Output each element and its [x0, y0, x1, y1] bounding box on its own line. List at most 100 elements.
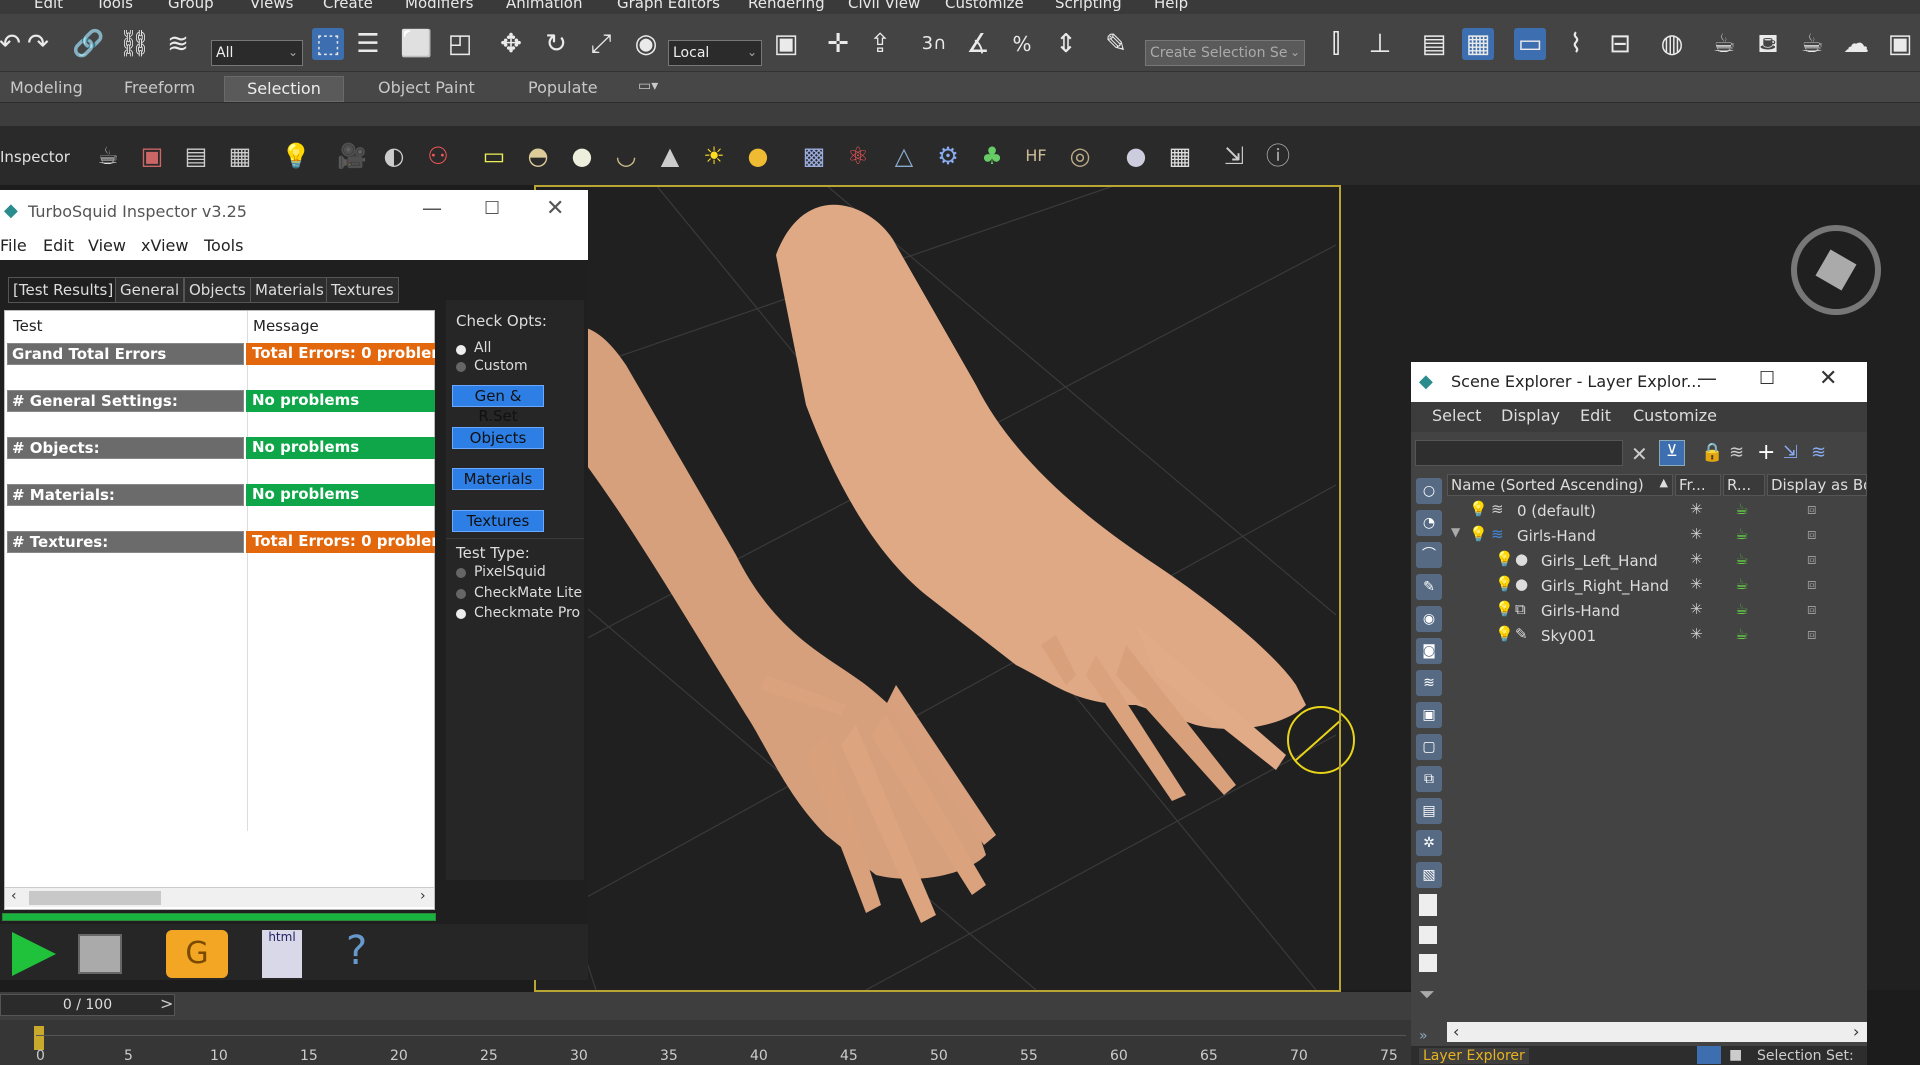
- sphere-half-icon[interactable]: ◐: [378, 140, 410, 172]
- close-icon[interactable]: ✕: [1819, 366, 1837, 391]
- minimize-icon[interactable]: —: [422, 196, 442, 220]
- schematic-view-icon[interactable]: ⊟: [1604, 28, 1636, 60]
- menu-group[interactable]: Group: [168, 0, 214, 12]
- plant-icon[interactable]: ♣: [976, 140, 1008, 172]
- window-crossing-icon[interactable]: ◰: [444, 28, 476, 60]
- render-teapot-icon[interactable]: ☕: [1735, 500, 1748, 518]
- grid-list-icon[interactable]: ▦: [224, 140, 256, 172]
- render-cloud-icon[interactable]: ▣: [1884, 28, 1916, 60]
- display-hidden-icon[interactable]: ▧: [1416, 862, 1442, 888]
- ribbon-options-icon[interactable]: ▭▾: [630, 76, 666, 102]
- select-layer-icon[interactable]: ≋: [1811, 442, 1826, 463]
- help-icon[interactable]: ?: [346, 928, 367, 974]
- render-teapot-icon[interactable]: ☕: [1735, 525, 1748, 543]
- bulb-icon[interactable]: 💡: [1495, 625, 1514, 643]
- display-groups-icon[interactable]: ▣: [1416, 702, 1442, 728]
- scene-horizontal-scrollbar[interactable]: ‹ ›: [1447, 1022, 1867, 1042]
- track-bar[interactable]: 0 5 10 15 20 25 30 35 40 45 50 55 60 65 …: [0, 1020, 1411, 1065]
- render-teapot-icon[interactable]: ☕: [1735, 575, 1748, 593]
- scene-menu-select[interactable]: Select: [1432, 406, 1481, 425]
- display-helpers-icon[interactable]: ◙: [1416, 638, 1442, 664]
- menu-views[interactable]: Views: [250, 0, 293, 12]
- toggle-ribbon-icon[interactable]: ▦: [1462, 28, 1494, 60]
- render-icon[interactable]: ☕: [1796, 28, 1828, 60]
- bulb-icon[interactable]: 💡: [1469, 525, 1488, 543]
- horizontal-scrollbar[interactable]: ‹ ›: [5, 887, 434, 907]
- box-display-icon[interactable]: ⧈: [1807, 625, 1817, 643]
- display-lights-icon[interactable]: ✎: [1416, 574, 1442, 600]
- tab-textures[interactable]: Textures: [326, 277, 399, 303]
- render-iterative-icon[interactable]: ☁: [1840, 28, 1872, 60]
- people-icon[interactable]: ⚇: [422, 140, 454, 172]
- display-frozen-icon[interactable]: ✲: [1416, 830, 1442, 856]
- list-item[interactable]: 💡 ✎ Sky001 ✳ ☕ ⧈: [1447, 624, 1867, 648]
- close-icon[interactable]: ✕: [546, 196, 564, 221]
- html-icon[interactable]: html: [262, 930, 302, 978]
- display-all-icon[interactable]: [1419, 894, 1437, 916]
- hierarchy-mode-icon[interactable]: ■: [1729, 1047, 1742, 1063]
- table-row[interactable]: Grand Total Errors Total Errors: 0 probl…: [7, 343, 435, 365]
- dome-icon[interactable]: ◓: [522, 140, 554, 172]
- render-teapot-icon[interactable]: ☕: [1735, 625, 1748, 643]
- mirror-icon[interactable]: ⫿: [1320, 28, 1352, 60]
- save-icon[interactable]: [78, 934, 122, 974]
- grid-icon[interactable]: ▩: [798, 140, 830, 172]
- layer-explorer-tab[interactable]: Layer Explorer: [1419, 1048, 1529, 1064]
- radio-pixelsquid[interactable]: [456, 568, 466, 578]
- spinner-snap-icon[interactable]: ⇕: [1050, 28, 1082, 60]
- tab-populate[interactable]: Populate: [520, 76, 606, 102]
- freeze-icon[interactable]: ✳: [1690, 600, 1703, 618]
- sun-icon[interactable]: ☀: [698, 140, 730, 172]
- freeze-icon[interactable]: ✳: [1690, 575, 1703, 593]
- display-bones-icon[interactable]: ⧉: [1416, 766, 1442, 792]
- export-icon[interactable]: ⇲: [1218, 140, 1250, 172]
- menu-edit[interactable]: Edit: [34, 0, 63, 12]
- scrollbar-thumb[interactable]: [29, 891, 161, 905]
- edit-named-sets-icon[interactable]: ✎: [1100, 28, 1132, 60]
- unlink-icon[interactable]: ⛓: [118, 28, 151, 60]
- scene-explorer-toggle-icon[interactable]: ▭: [1514, 28, 1546, 60]
- freeze-icon[interactable]: ✳: [1690, 525, 1703, 543]
- clear-search-icon[interactable]: ✕: [1631, 442, 1648, 466]
- scene-menu-customize[interactable]: Customize: [1633, 406, 1717, 425]
- menu-help[interactable]: Help: [1154, 0, 1188, 12]
- scroll-right-icon[interactable]: ›: [1853, 1022, 1859, 1041]
- display-containers-icon[interactable]: ▤: [1416, 798, 1442, 824]
- maximize-icon[interactable]: ☐: [1759, 368, 1775, 389]
- column-header-test[interactable]: Test: [13, 317, 43, 335]
- display-invert-icon[interactable]: [1419, 954, 1437, 972]
- select-object-icon[interactable]: ⬚: [312, 28, 344, 60]
- material-editor-icon[interactable]: ◍: [1656, 28, 1688, 60]
- column-render[interactable]: R...: [1723, 474, 1765, 496]
- new-layer-icon[interactable]: ≋: [1729, 442, 1744, 463]
- render-teapot-icon[interactable]: ☕: [1735, 550, 1748, 568]
- render-frame-icon[interactable]: ▣: [136, 140, 168, 172]
- scene-menu-display[interactable]: Display: [1501, 406, 1560, 425]
- named-selection-dropdown[interactable]: Create Selection Se ⌄: [1145, 40, 1305, 66]
- box-icon[interactable]: ▭: [478, 140, 510, 172]
- list-item[interactable]: 💡 ≋ 0 (default) ✳ ☕ ⧈: [1447, 499, 1867, 523]
- bowl-icon[interactable]: ◡: [610, 140, 642, 172]
- align-icon[interactable]: ⊥: [1364, 28, 1396, 60]
- box-display-icon[interactable]: ⧈: [1807, 500, 1817, 518]
- column-header-message[interactable]: Message: [253, 317, 319, 335]
- rect-region-icon[interactable]: ⬜: [400, 28, 432, 60]
- gen-rset-button[interactable]: Gen & R.Set: [452, 385, 544, 425]
- box-display-icon[interactable]: ⧈: [1807, 525, 1817, 543]
- link-icon[interactable]: 🔗: [72, 28, 104, 60]
- inspector-menu-view[interactable]: View: [88, 236, 126, 255]
- radio-all[interactable]: [456, 345, 466, 355]
- scroll-left-icon[interactable]: ‹: [1453, 1022, 1459, 1041]
- menu-graph-editors[interactable]: Graph Editors: [617, 0, 720, 12]
- next-frame-icon[interactable]: >: [160, 994, 173, 1013]
- column-freeze[interactable]: Fr...: [1675, 474, 1721, 496]
- list-item[interactable]: 💡 ● Girls_Right_Hand ✳ ☕ ⧈: [1447, 574, 1867, 598]
- time-slider[interactable]: 0 / 100: [0, 994, 175, 1016]
- tab-selection[interactable]: Selection: [224, 76, 344, 102]
- freeze-icon[interactable]: ✳: [1690, 625, 1703, 643]
- expand-arrow-icon[interactable]: ▼: [1451, 525, 1460, 539]
- scroll-left-icon[interactable]: ‹: [11, 888, 17, 904]
- column-name[interactable]: Name (Sorted Ascending) ▲: [1447, 474, 1673, 496]
- tab-modeling[interactable]: Modeling: [2, 76, 91, 102]
- bulb-icon[interactable]: 💡: [1469, 500, 1488, 518]
